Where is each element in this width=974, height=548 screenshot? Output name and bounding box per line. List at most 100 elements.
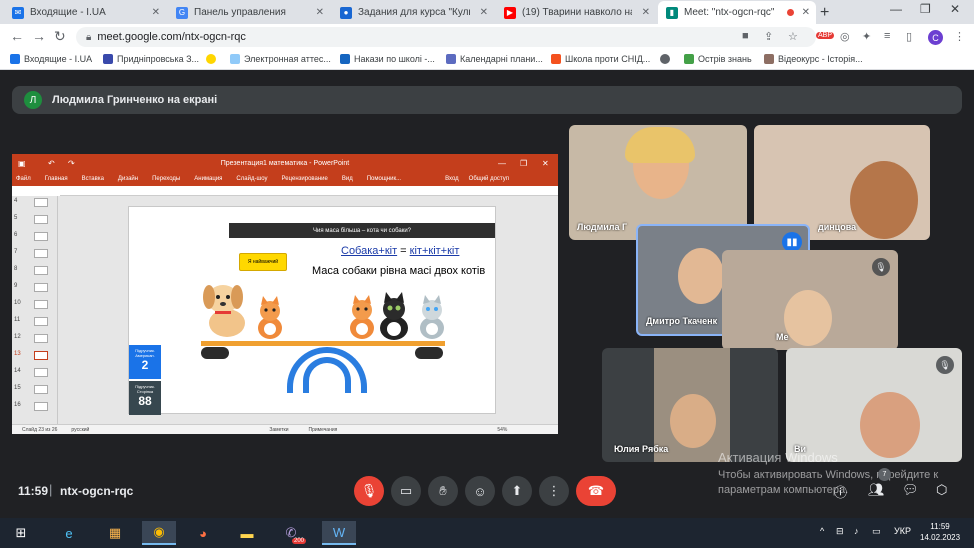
bookmark-item[interactable]: Придніпровська З... [103, 54, 199, 64]
participant-video [860, 392, 920, 458]
profile-avatar[interactable]: C [928, 30, 943, 45]
tab-youtube[interactable]: ▶ (19) Тварини навколо нас - Yo ✕ [496, 1, 656, 24]
battery-icon[interactable]: ▭ [872, 526, 881, 537]
bookmark-label: Відеокурс - Історія... [778, 54, 863, 64]
equation-equals: = [397, 245, 410, 257]
bookmark-item[interactable]: Острів знань [684, 54, 752, 64]
tab-meet[interactable]: ▮ Meet: "ntx-ogcn-rqc" ✕ [658, 1, 816, 24]
info-icon[interactable]: ⓘ [834, 482, 847, 501]
taskbar-chrome[interactable]: ◉ [142, 521, 176, 545]
extensions-icon[interactable]: ✦ [862, 30, 871, 43]
tab-classroom[interactable]: ● Задания для курса "Культура ✕ [332, 1, 494, 24]
start-button[interactable]: ⊞ [4, 521, 38, 545]
camera-toggle-button[interactable]: ▭ [391, 476, 421, 506]
participant-tile[interactable]: 🎙︎ Ме [722, 250, 898, 350]
taskbar-avast[interactable]: ◕ [186, 521, 220, 545]
taskbar-calendar[interactable]: ▦ [98, 521, 132, 545]
redo-icon: ↷ [68, 158, 75, 168]
yellow-circle-icon [206, 54, 216, 64]
url-text: meet.google.com/ntx-ogcn-rqc [97, 31, 246, 43]
tab-label: Входящие - I.UA [30, 7, 106, 18]
tab-inbox[interactable]: ✉ Входящие - I.UA ✕ [4, 1, 166, 24]
new-tab-button[interactable]: + [820, 4, 829, 22]
bookmark-item[interactable]: Школа проти СНІД... [551, 54, 650, 64]
star-icon[interactable]: ☆ [788, 30, 798, 43]
participant-tile[interactable]: Юлия Рябка [602, 348, 778, 462]
close-icon[interactable]: ✕ [152, 7, 160, 18]
slide-thumbnail [34, 249, 48, 258]
thumb-number: 4 [14, 198, 18, 204]
browser-tab-bar: ✉ Входящие - I.UA ✕ G Панель управления … [0, 0, 974, 24]
close-icon[interactable]: ✕ [802, 7, 810, 18]
taskbar-explorer[interactable]: ▬ [230, 521, 264, 545]
taskbar-viber[interactable]: ✆ 200 [274, 521, 308, 545]
camera-icon[interactable]: ■ [742, 30, 749, 42]
slide-thumbnail [34, 266, 48, 275]
keyboard-language[interactable]: УКР [894, 526, 911, 536]
mic-toggle-button[interactable]: 🎙︎ [354, 476, 384, 506]
back-icon[interactable]: ← [10, 28, 24, 44]
slide-thumbnail [34, 368, 48, 377]
slide-thumbnail [34, 198, 48, 207]
minimize-icon[interactable]: — [890, 2, 902, 16]
people-icon[interactable]: 👥︎ [868, 482, 885, 498]
network-icon[interactable]: ⊟ [836, 526, 844, 537]
bookmark-label: Придніпровська З... [117, 54, 200, 64]
ribbon-tab: Слайд-шоу [236, 176, 268, 182]
thumb-number: 6 [14, 232, 18, 238]
close-icon[interactable]: ✕ [642, 7, 650, 18]
reload-icon[interactable]: ↻ [54, 28, 66, 45]
bookmark-item[interactable]: Календарні плани... [446, 54, 543, 64]
volume-icon[interactable]: ♪ [854, 526, 859, 536]
bookmark-item[interactable] [206, 54, 220, 64]
sidebar-icon[interactable]: ▯ [906, 30, 912, 43]
url-input[interactable]: 🔒︎ meet.google.com/ntx-ogcn-rqc [76, 27, 816, 47]
phone-hangup-icon: ☎ [587, 483, 605, 498]
taskbar-ie[interactable]: e [52, 521, 86, 545]
bookmark-item[interactable]: Відеокурс - Історія... [764, 54, 863, 64]
thumb-number: 16 [14, 402, 21, 408]
participant-tile[interactable]: динцова [754, 125, 930, 240]
meeting-time: 11:59 [18, 484, 49, 498]
slide-thumbnail [34, 215, 48, 224]
activities-icon[interactable]: ⬡ [936, 482, 947, 498]
end-call-button[interactable]: ☎ [576, 476, 616, 506]
maximize-icon[interactable]: ❐ [920, 2, 931, 16]
tab-label: Панель управления [194, 7, 286, 18]
taskbar-word[interactable]: W [322, 521, 356, 545]
bookmark-label: Календарні плани... [460, 54, 543, 64]
meeting-controls: 11:59 | ntx-ogcn-rqc 🎙︎ ▭ ✋︎ ☺ ⬆ ⋮ ☎ ⓘ 👥… [0, 468, 974, 512]
minimize-icon: — [498, 158, 506, 168]
raise-hand-button[interactable]: ✋︎ [428, 476, 458, 506]
shared-screen[interactable]: ▣ ↶ ↷ Презентация1 математика - PowerPoi… [12, 154, 558, 434]
participant-name: Людмила Г [577, 222, 628, 232]
bookmark-item[interactable]: Входящие - I.UA [10, 54, 92, 64]
adblock-icon[interactable]: ABP [816, 32, 835, 39]
present-button[interactable]: ⬆ [502, 476, 532, 506]
media-icon[interactable]: ≡ [884, 30, 890, 42]
participant-tile[interactable]: Людмила Г [569, 125, 747, 240]
close-icon[interactable]: ✕ [480, 7, 488, 18]
chat-icon[interactable]: 💬︎ [902, 482, 919, 498]
taskbar-clock[interactable]: 11:59 14.02.2023 [920, 521, 960, 543]
tab-dashboard[interactable]: G Панель управления ✕ [168, 1, 330, 24]
shield-icon [103, 54, 113, 64]
menu-icon[interactable]: ⋮ [954, 30, 965, 43]
reactions-button[interactable]: ☺ [465, 476, 495, 506]
participant-tile[interactable]: 🎙︎ Ви [786, 348, 962, 462]
cat-grey-illustration [420, 295, 444, 339]
ribbon-tab: Главная [44, 176, 68, 182]
mic-off-icon: 🎙︎ [360, 483, 378, 498]
windows-activation-title: Активация Windows [718, 450, 838, 465]
tray-chevron-icon[interactable]: ^ [820, 526, 824, 536]
bookmark-item[interactable]: Электронная аттес... [230, 54, 331, 64]
bookmark-item[interactable]: Накази по школі -... [340, 54, 435, 64]
bookmark-item[interactable] [660, 54, 674, 64]
more-options-button[interactable]: ⋮ [539, 476, 569, 506]
close-icon[interactable]: ✕ [316, 7, 324, 18]
undo-icon: ↶ [48, 158, 55, 168]
share-icon[interactable]: ⇪ [764, 30, 773, 43]
close-window-icon[interactable]: ✕ [950, 2, 960, 16]
forward-icon[interactable]: → [32, 28, 46, 44]
globe-icon[interactable]: ◎ [840, 30, 850, 43]
